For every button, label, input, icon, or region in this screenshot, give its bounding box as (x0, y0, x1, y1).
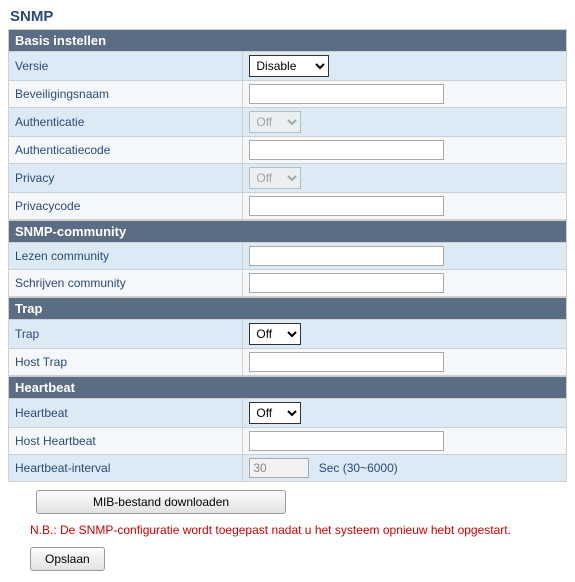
heartbeat-interval-input (249, 458, 309, 478)
basic-table: Versie Disable Beveiligingsnaam Authenti… (8, 51, 567, 220)
privacy-select: Off (249, 167, 301, 189)
heartbeat-interval-suffix: Sec (30~6000) (319, 461, 398, 475)
trap-table: Trap Off Host Trap (8, 319, 567, 376)
download-mib-button[interactable]: MIB-bestand downloaden (36, 490, 286, 514)
privacycode-label: Privacycode (9, 193, 243, 220)
section-header-basic: Basis instellen (8, 29, 567, 51)
heartbeat-select[interactable]: Off (249, 402, 301, 424)
heartbeat-label: Heartbeat (9, 399, 243, 428)
save-button[interactable]: Opslaan (30, 547, 105, 571)
read-community-input[interactable] (249, 246, 444, 266)
trap-select[interactable]: Off (249, 323, 301, 345)
version-select[interactable]: Disable (249, 55, 329, 77)
section-header-heartbeat: Heartbeat (8, 376, 567, 398)
version-label: Versie (9, 52, 243, 81)
trap-host-label: Host Trap (9, 349, 243, 376)
secname-input[interactable] (249, 84, 444, 104)
section-header-community: SNMP-community (8, 220, 567, 242)
config-note: N.B.: De SNMP-configuratie wordt toegepa… (30, 522, 567, 539)
heartbeat-interval-label: Heartbeat-interval (9, 455, 243, 482)
privacy-label: Privacy (9, 164, 243, 193)
heartbeat-host-label: Host Heartbeat (9, 428, 243, 455)
write-community-input[interactable] (249, 273, 444, 293)
trap-host-input[interactable] (249, 352, 444, 372)
page-title: SNMP (10, 8, 567, 25)
authcode-input[interactable] (249, 140, 444, 160)
section-header-trap: Trap (8, 297, 567, 319)
heartbeat-host-input[interactable] (249, 431, 444, 451)
secname-label: Beveiligingsnaam (9, 81, 243, 108)
trap-label: Trap (9, 320, 243, 349)
write-community-label: Schrijven community (9, 270, 243, 297)
authcode-label: Authenticatiecode (9, 137, 243, 164)
community-table: Lezen community Schrijven community (8, 242, 567, 297)
auth-label: Authenticatie (9, 108, 243, 137)
privacycode-input[interactable] (249, 196, 444, 216)
auth-select: Off (249, 111, 301, 133)
read-community-label: Lezen community (9, 243, 243, 270)
heartbeat-table: Heartbeat Off Host Heartbeat Heartbeat-i… (8, 398, 567, 482)
